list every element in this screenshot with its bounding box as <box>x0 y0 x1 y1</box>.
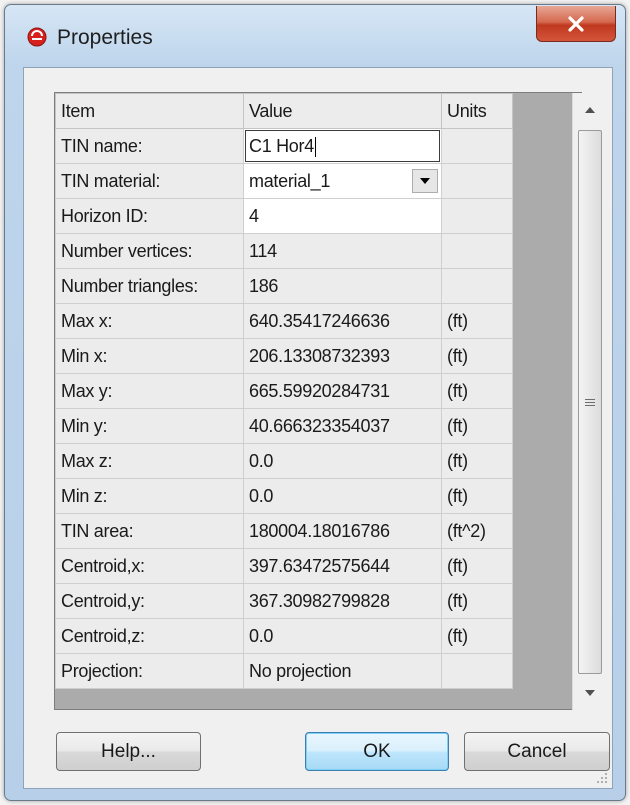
tin-name-input[interactable]: C1 Hor4 <box>245 130 440 162</box>
row-label: Max z: <box>55 443 244 479</box>
row-value: 40.666323354037 <box>243 408 442 444</box>
tin-name-cell[interactable]: C1 Hor4 <box>243 128 442 164</box>
row-label: Min y: <box>55 408 244 444</box>
row-label: TIN area: <box>55 513 244 549</box>
tin-material-select[interactable]: material_1 <box>243 163 442 199</box>
close-icon <box>568 15 584 32</box>
row-units: (ft) <box>441 408 513 444</box>
row-units: (ft) <box>441 373 513 409</box>
row-label: Projection: <box>55 653 244 689</box>
row-units <box>441 233 513 269</box>
cancel-button[interactable]: Cancel <box>464 732 610 771</box>
property-grid: Item Value Units TIN name: C1 Hor4 TIN m… <box>54 92 607 710</box>
table-row: Number vertices: 114 <box>55 233 513 269</box>
row-units <box>441 268 513 304</box>
chevron-down-icon <box>420 178 430 184</box>
row-value: 0.0 <box>243 618 442 654</box>
row-units <box>441 198 513 234</box>
table-row: Max y: 665.59920284731 (ft) <box>55 373 513 409</box>
scrollbar-thumb[interactable] <box>578 130 602 674</box>
scroll-up-arrow-icon <box>585 107 595 113</box>
header-units[interactable]: Units <box>441 93 513 129</box>
thumb-grip-icon <box>585 397 595 408</box>
row-value: 114 <box>243 233 442 269</box>
row-label: Max x: <box>55 303 244 339</box>
row-value: 186 <box>243 268 442 304</box>
row-value: 0.0 <box>243 478 442 514</box>
row-units <box>441 163 513 199</box>
row-units <box>441 653 513 689</box>
row-label: Min z: <box>55 478 244 514</box>
property-table: Item Value Units TIN name: C1 Hor4 TIN m… <box>55 93 513 689</box>
horizon-id-input[interactable]: 4 <box>243 198 442 234</box>
row-label: Max y: <box>55 373 244 409</box>
properties-dialog: Properties Item Value Units TIN name: C1… <box>4 4 626 801</box>
row-value: 206.13308732393 <box>243 338 442 374</box>
row-value: 397.63472575644 <box>243 548 442 584</box>
scroll-down-button[interactable] <box>573 676 607 710</box>
row-value: 0.0 <box>243 443 442 479</box>
row-label: Horizon ID: <box>55 198 244 234</box>
vertical-scrollbar[interactable] <box>572 93 607 710</box>
table-row: Centroid,z: 0.0 (ft) <box>55 618 513 654</box>
table-row: Centroid,y: 367.30982799828 (ft) <box>55 583 513 619</box>
row-units: (ft) <box>441 303 513 339</box>
window-title: Properties <box>57 26 153 49</box>
table-row: TIN name: C1 Hor4 <box>55 128 513 164</box>
table-row: Centroid,x: 397.63472575644 (ft) <box>55 548 513 584</box>
table-row: Horizon ID: 4 <box>55 198 513 234</box>
row-label: Min x: <box>55 338 244 374</box>
table-row: Min z: 0.0 (ft) <box>55 478 513 514</box>
tin-material-value: material_1 <box>249 170 331 191</box>
table-row: Min y: 40.666323354037 (ft) <box>55 408 513 444</box>
app-logo-icon <box>27 27 47 47</box>
row-units: (ft) <box>441 618 513 654</box>
table-row: Max z: 0.0 (ft) <box>55 443 513 479</box>
close-button[interactable] <box>536 6 616 42</box>
row-label: Centroid,x: <box>55 548 244 584</box>
row-label: Number triangles: <box>55 268 244 304</box>
table-row: Max x: 640.35417246636 (ft) <box>55 303 513 339</box>
header-row: Item Value Units <box>55 93 513 129</box>
help-button[interactable]: Help... <box>56 732 201 771</box>
row-label: TIN name: <box>55 128 244 164</box>
table-row: Min x: 206.13308732393 (ft) <box>55 338 513 374</box>
row-value: 640.35417246636 <box>243 303 442 339</box>
title-bar[interactable]: Properties <box>5 5 625 67</box>
row-units: (ft) <box>441 548 513 584</box>
table-row: TIN area: 180004.18016786 (ft^2) <box>55 513 513 549</box>
row-units: (ft) <box>441 478 513 514</box>
tin-name-value: C1 Hor4 <box>249 136 314 156</box>
dropdown-button[interactable] <box>412 169 438 193</box>
table-row: TIN material: material_1 <box>55 163 513 199</box>
text-caret <box>314 137 316 158</box>
scroll-down-arrow-icon <box>585 690 595 696</box>
row-value: No projection <box>243 653 442 689</box>
resize-grip-icon[interactable] <box>594 770 608 784</box>
dialog-body: Item Value Units TIN name: C1 Hor4 TIN m… <box>23 67 613 789</box>
row-label: Number vertices: <box>55 233 244 269</box>
header-item[interactable]: Item <box>55 93 244 129</box>
header-value[interactable]: Value <box>243 93 442 129</box>
row-value: 180004.18016786 <box>243 513 442 549</box>
row-label: Centroid,y: <box>55 583 244 619</box>
row-units: (ft) <box>441 338 513 374</box>
table-row: Number triangles: 186 <box>55 268 513 304</box>
row-units: (ft^2) <box>441 513 513 549</box>
row-label: TIN material: <box>55 163 244 199</box>
row-label: Centroid,z: <box>55 618 244 654</box>
ok-button[interactable]: OK <box>305 732 449 771</box>
table-row: Projection: No projection <box>55 653 513 689</box>
row-units <box>441 128 513 164</box>
row-units: (ft) <box>441 443 513 479</box>
row-value: 665.59920284731 <box>243 373 442 409</box>
row-value: 367.30982799828 <box>243 583 442 619</box>
row-units: (ft) <box>441 583 513 619</box>
scroll-up-button[interactable] <box>573 93 607 127</box>
